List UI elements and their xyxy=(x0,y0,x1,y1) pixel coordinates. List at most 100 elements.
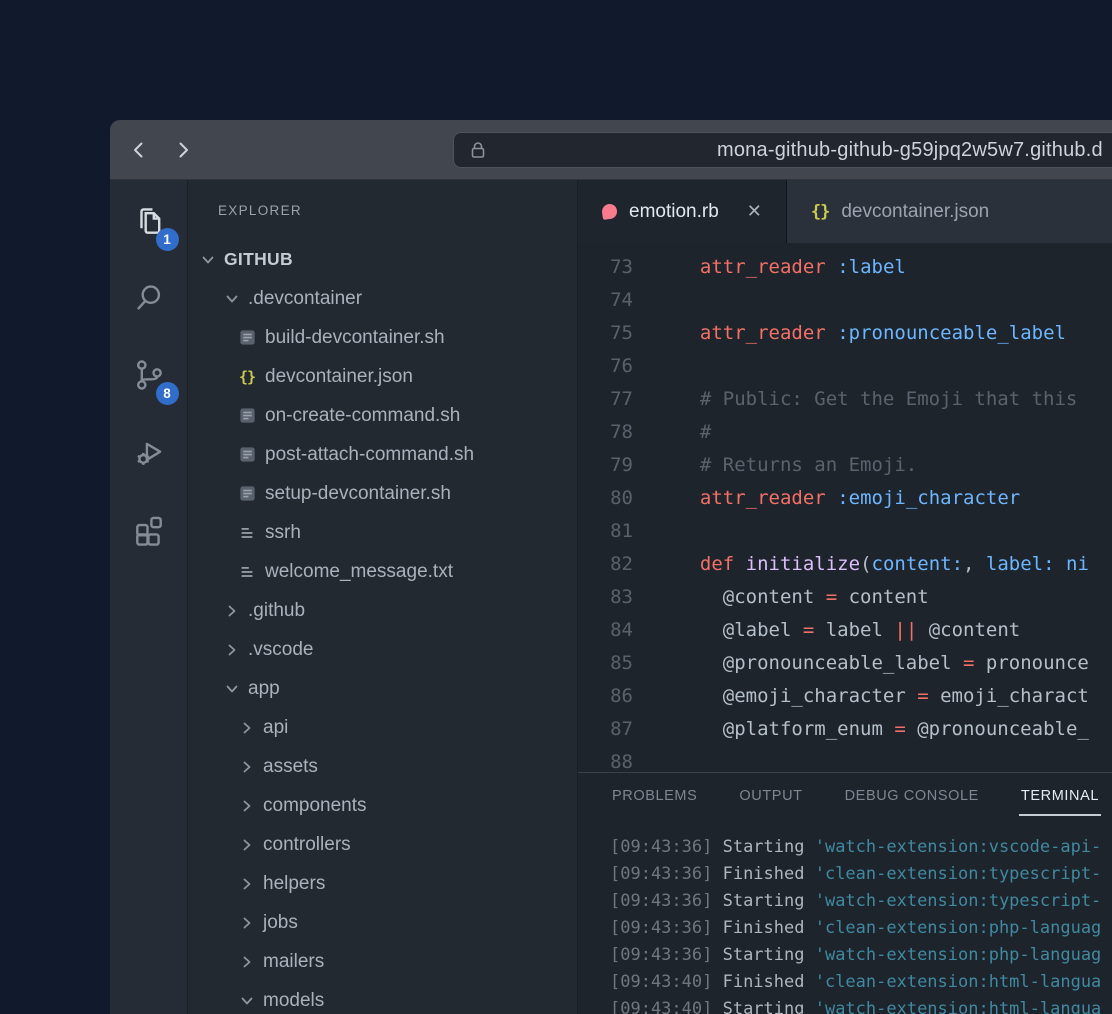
code-editor[interactable]: 73 attr_reader :label 74 75 attr_reader :p… xyxy=(578,243,1112,772)
tree-item-helpers[interactable]: helpers xyxy=(188,864,577,903)
line-number: 75 xyxy=(578,322,633,344)
tab-label: devcontainer.json xyxy=(841,201,989,223)
code-line-85[interactable]: 85 @pronounceable_label = pronounce xyxy=(578,646,1112,679)
line-number: 78 xyxy=(578,421,633,443)
tree-item-label: build-devcontainer.sh xyxy=(265,327,445,349)
shell-file-icon xyxy=(237,445,257,465)
chevron-right-icon xyxy=(237,796,257,816)
panel-tab-terminal[interactable]: TERMINAL xyxy=(1019,782,1101,816)
explorer-sidebar: EXPLORER GITHUB.devcontainer build-devcon… xyxy=(188,180,578,1014)
code-line-82[interactable]: 82 def initialize(content:, label: ni xyxy=(578,547,1112,580)
line-number: 74 xyxy=(578,289,633,311)
ruby-file-icon xyxy=(601,203,618,220)
line-number: 88 xyxy=(578,751,633,773)
code-line-88[interactable]: 88 xyxy=(578,745,1112,772)
tree-item-build-devcontainer-sh[interactable]: build-devcontainer.sh xyxy=(188,318,577,357)
code-line-81[interactable]: 81 xyxy=(578,514,1112,547)
url-bar[interactable]: mona-github-github-g59jpq2w5w7.github.d xyxy=(453,132,1112,168)
chevron-right-icon xyxy=(222,601,242,621)
tree-item-label: ssrh xyxy=(265,522,301,544)
tree-item-mailers[interactable]: mailers xyxy=(188,942,577,981)
tab-emotion-rb[interactable]: emotion.rb ✕ xyxy=(578,180,787,243)
code-text: attr_reader :label xyxy=(677,256,906,278)
code-line-75[interactable]: 75 attr_reader :pronounceable_label xyxy=(578,316,1112,349)
code-line-78[interactable]: 78 # xyxy=(578,415,1112,448)
tree-item-devcontainer-json[interactable]: {}devcontainer.json xyxy=(188,357,577,396)
line-number: 85 xyxy=(578,652,633,674)
tree-item-jobs[interactable]: jobs xyxy=(188,903,577,942)
code-text: # xyxy=(677,421,711,443)
activity-item-source-control[interactable]: 8 xyxy=(121,347,177,403)
activity-item-run-debug[interactable] xyxy=(121,424,177,480)
code-line-86[interactable]: 86 @emoji_character = emoji_charact xyxy=(578,679,1112,712)
panel-tab-output[interactable]: OUTPUT xyxy=(737,782,804,816)
forward-button[interactable] xyxy=(168,135,198,165)
tree-item-models[interactable]: models xyxy=(188,981,577,1014)
terminal-output[interactable]: [09:43:36] Starting 'watch-extension:vsc… xyxy=(578,825,1112,1014)
tree-item-label: .github xyxy=(248,600,305,622)
tree-item--vscode[interactable]: .vscode xyxy=(188,630,577,669)
tree-item-label: components xyxy=(263,795,367,817)
chevron-down-icon xyxy=(198,250,218,270)
activity-item-explorer[interactable]: 1 xyxy=(121,193,177,249)
code-text: @emoji_character = emoji_charact xyxy=(677,685,1089,707)
shell-file-icon xyxy=(237,406,257,426)
panel-tab-problems[interactable]: PROBLEMS xyxy=(610,782,699,816)
code-line-87[interactable]: 87 @platform_enum = @pronounceable_ xyxy=(578,712,1112,745)
back-button[interactable] xyxy=(124,135,154,165)
lock-icon xyxy=(467,139,489,161)
codespaces-window: mona-github-github-g59jpq2w5w7.github.d … xyxy=(110,120,1112,1014)
tree-item-api[interactable]: api xyxy=(188,708,577,747)
tree-item-label: .vscode xyxy=(248,639,313,661)
tree-item--devcontainer[interactable]: .devcontainer xyxy=(188,279,577,318)
code-line-73[interactable]: 73 attr_reader :label xyxy=(578,250,1112,283)
tree-item-label: jobs xyxy=(263,912,298,934)
tree-item-welcome-message-txt[interactable]: welcome_message.txt xyxy=(188,552,577,591)
text-file-icon xyxy=(237,523,257,543)
editor-region: emotion.rb ✕ {} devcontainer.json 73 att… xyxy=(578,180,1112,1014)
activity-bar: 1 8 xyxy=(110,180,188,1014)
tree-item-setup-devcontainer-sh[interactable]: setup-devcontainer.sh xyxy=(188,474,577,513)
sidebar-title: EXPLORER xyxy=(218,203,302,218)
url-text: mona-github-github-g59jpq2w5w7.github.d xyxy=(717,133,1103,167)
code-line-84[interactable]: 84 @label = label || @content xyxy=(578,613,1112,646)
tab-devcontainer-json[interactable]: {} devcontainer.json xyxy=(787,180,1112,243)
tree-item-github[interactable]: GITHUB xyxy=(188,240,577,279)
activity-item-extensions[interactable] xyxy=(121,501,177,557)
tree-item-components[interactable]: components xyxy=(188,786,577,825)
code-text: attr_reader :emoji_character xyxy=(677,487,1020,509)
tree-item--github[interactable]: .github xyxy=(188,591,577,630)
panel-tabs: PROBLEMS OUTPUT DEBUG CONSOLE TERMINAL xyxy=(578,773,1112,825)
code-line-74[interactable]: 74 xyxy=(578,283,1112,316)
tree-item-label: api xyxy=(263,717,288,739)
chevron-right-icon xyxy=(237,757,257,777)
tree-item-ssrh[interactable]: ssrh xyxy=(188,513,577,552)
file-tree: GITHUB.devcontainer build-devcontainer.sh… xyxy=(188,240,577,1014)
terminal-line: [09:43:36] Starting 'watch-extension:php… xyxy=(610,941,1112,968)
chevron-down-icon xyxy=(237,991,257,1011)
chevron-right-icon xyxy=(237,718,257,738)
tree-item-label: assets xyxy=(263,756,318,778)
code-line-83[interactable]: 83 @content = content xyxy=(578,580,1112,613)
code-line-79[interactable]: 79 # Returns an Emoji. xyxy=(578,448,1112,481)
terminal-line: [09:43:36] Finished 'clean-extension:typ… xyxy=(610,860,1112,887)
activity-item-search[interactable] xyxy=(121,270,177,326)
tree-item-post-attach-command-sh[interactable]: post-attach-command.sh xyxy=(188,435,577,474)
tree-item-app[interactable]: app xyxy=(188,669,577,708)
code-line-76[interactable]: 76 xyxy=(578,349,1112,382)
bottom-panel: PROBLEMS OUTPUT DEBUG CONSOLE TERMINAL [09:… xyxy=(578,772,1112,1014)
code-line-80[interactable]: 80 attr_reader :emoji_character xyxy=(578,481,1112,514)
chevron-right-icon xyxy=(237,952,257,972)
chevron-left-icon xyxy=(128,139,150,161)
close-tab-icon[interactable]: ✕ xyxy=(747,201,762,222)
panel-tab-debug-console[interactable]: DEBUG CONSOLE xyxy=(843,782,981,816)
terminal-line: [09:43:36] Finished 'clean-extension:php… xyxy=(610,914,1112,941)
code-text: @content = content xyxy=(677,586,929,608)
code-line-77[interactable]: 77 # Public: Get the Emoji that this xyxy=(578,382,1112,415)
tree-item-on-create-command-sh[interactable]: on-create-command.sh xyxy=(188,396,577,435)
line-number: 73 xyxy=(578,256,633,278)
tree-item-assets[interactable]: assets xyxy=(188,747,577,786)
tree-item-controllers[interactable]: controllers xyxy=(188,825,577,864)
chevron-down-icon xyxy=(222,289,242,309)
terminal-line: [09:43:36] Starting 'watch-extension:typ… xyxy=(610,887,1112,914)
